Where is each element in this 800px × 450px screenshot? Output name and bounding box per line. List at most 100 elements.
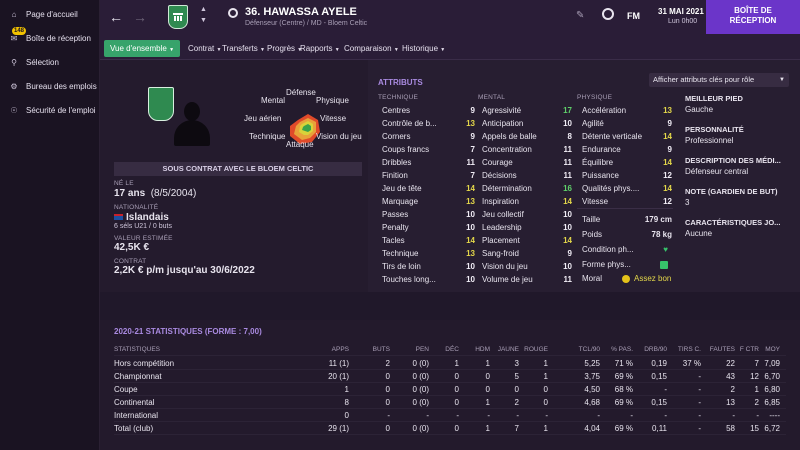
attribute-row[interactable]: Qualités phys.... 14 xyxy=(582,182,674,195)
attribute-row[interactable]: Sang-froid 9 xyxy=(482,247,574,260)
back-arrow-icon[interactable]: ← xyxy=(109,9,123,25)
attribute-row[interactable]: Corners 9 xyxy=(382,130,475,143)
stats-row[interactable]: Hors compétition 11 (1) 2 0 (0) 1 1 3 1 5,25 71 %… xyxy=(114,357,786,370)
attribute-row[interactable]: Volume de jeu 11 xyxy=(482,273,574,286)
attribute-row[interactable]: Centres 9 xyxy=(382,104,475,117)
search-icon[interactable] xyxy=(228,8,238,18)
attribute-value: 10 xyxy=(466,223,475,232)
sidebar-item-label: Bureau des emplois xyxy=(26,81,97,91)
attribute-row[interactable]: Technique 13 xyxy=(382,247,475,260)
attribute-row[interactable]: Leadership 10 xyxy=(482,221,574,234)
chevron-up-icon[interactable]: ▲ xyxy=(200,6,207,13)
attribute-row[interactable]: Vitesse 12 xyxy=(582,195,674,208)
attribute-row[interactable]: Coups francs 7 xyxy=(382,143,475,156)
attribute-row[interactable]: Placement 14 xyxy=(482,234,574,247)
club-crest[interactable] xyxy=(168,5,188,29)
stats-column-header[interactable]: PEN xyxy=(399,343,429,356)
stats-column-header[interactable]: % PAS. xyxy=(603,343,633,356)
sidebar-item-label: Page d'accueil xyxy=(26,9,78,19)
stats-column-header[interactable]: APPS xyxy=(319,343,349,356)
sidebar: ⌂ Page d'accueil ✉ 148 Boîte de réception ⚲ Sé… xyxy=(0,0,100,450)
stats-cell: 5 xyxy=(514,372,519,381)
stats-row[interactable]: Championnat 20 (1) 0 0 (0) 0 0 5 1 3,75 69 % 0,15 -… xyxy=(114,370,786,383)
stats-row[interactable]: International 0- - - - - - - - - - - - ---- xyxy=(114,409,786,422)
attribute-row[interactable]: Tacles 14 xyxy=(382,234,475,247)
role-dropdown[interactable]: Afficher attributs clés pour rôle ▼ xyxy=(649,73,789,87)
stats-column-header[interactable]: DÉC xyxy=(429,343,459,356)
attribute-row[interactable]: Dribbles 11 xyxy=(382,156,475,169)
tab-5[interactable]: Comparaison ▼ xyxy=(338,40,405,57)
attribute-row[interactable]: Passes 10 xyxy=(382,208,475,221)
attribute-row[interactable]: Endurance 9 xyxy=(582,143,674,156)
sidebar-item-0[interactable]: ⌂ Page d'accueil xyxy=(0,2,99,26)
stats-cell: 2 xyxy=(514,398,519,407)
attribute-row[interactable]: Détermination 16 xyxy=(482,182,574,195)
attribute-row[interactable]: Jeu collectif 10 xyxy=(482,208,574,221)
stats-column-header[interactable]: MOY xyxy=(750,343,780,356)
attribute-row[interactable]: Tirs de loin 10 xyxy=(382,260,475,273)
attribute-row[interactable]: Marquage 13 xyxy=(382,195,475,208)
tab-label: Contrat xyxy=(188,44,215,53)
sidebar-item-2[interactable]: ⚲ Sélection xyxy=(0,50,99,74)
sidebar-item-4[interactable]: ☉ Sécurité de l'emploi xyxy=(0,98,99,122)
attribute-row[interactable]: Anticipation 10 xyxy=(482,117,574,130)
stats-column-header[interactable]: ROUGE xyxy=(518,343,548,356)
attribute-row[interactable]: Contrôle de b... 13 xyxy=(382,117,475,130)
attribute-row[interactable]: Décisions 11 xyxy=(482,169,574,182)
stats-column-header[interactable]: JAUNE xyxy=(489,343,519,356)
attribute-row[interactable]: Agressivité 17 xyxy=(482,104,574,117)
stats-row[interactable]: Continental 8 0 0 (0) 0 1 2 0 4,68 69 % 0,15-13 2 6,… xyxy=(114,396,786,409)
attribute-row[interactable]: Vision du jeu 10 xyxy=(482,260,574,273)
stats-column-header[interactable]: DRB/90 xyxy=(637,343,667,356)
stats-column-header[interactable]: BUTS xyxy=(360,343,390,356)
attribute-row[interactable]: Jeu de tête 14 xyxy=(382,182,475,195)
attribute-name: Concentration xyxy=(482,145,532,154)
stats-cell: 6,85 xyxy=(764,398,780,407)
current-date[interactable]: 31 MAI 2021 xyxy=(658,7,704,16)
attribute-name: Jeu collectif xyxy=(482,210,524,219)
jobs-icon: ⚙ xyxy=(10,81,18,91)
attribute-row[interactable]: Accélération 13 xyxy=(582,104,674,117)
attribute-row[interactable]: Courage 11 xyxy=(482,156,574,169)
stats-cell: 0 xyxy=(385,398,390,407)
forward-arrow-icon[interactable]: → xyxy=(133,9,147,25)
inbox-button[interactable]: BOÎTE DE RÉCEPTION xyxy=(706,0,800,34)
stats-row[interactable]: Coupe 1 0 0 (0) 0 0 0 0 4,50 68 % - -2 1 6,80 xyxy=(114,383,786,396)
stats-cell: 4,04 xyxy=(584,424,600,433)
attribute-row[interactable]: Finition 7 xyxy=(382,169,475,182)
attribute-row[interactable]: Agilité 9 xyxy=(582,117,674,130)
sidebar-item-1[interactable]: ✉ 148 Boîte de réception xyxy=(0,26,99,50)
stats-row[interactable]: Total (club) 29 (1) 0 0 (0) 0 1 7 1 4,04 69 % 0,11… xyxy=(114,422,786,435)
attribute-row[interactable]: Concentration 11 xyxy=(482,143,574,156)
tab-0[interactable]: Vue d'ensemble ▼ xyxy=(104,40,181,57)
attribute-row[interactable]: Touches long... 10 xyxy=(382,273,475,286)
sidebar-item-3[interactable]: ⚙ Bureau des emplois xyxy=(0,74,99,98)
attribute-row[interactable]: Détente verticale 14 xyxy=(582,130,674,143)
stats-column-header[interactable]: TCL/90 xyxy=(570,343,600,356)
stats-cell: - xyxy=(456,411,459,420)
chevron-down-icon[interactable]: ▼ xyxy=(200,17,207,24)
attribute-name: Penalty xyxy=(382,223,409,232)
attribute-row[interactable]: Équilibre 14 xyxy=(582,156,674,169)
stats-card: 2020-21 STATISTIQUES (FORME : 7,00) STAT… xyxy=(100,320,800,450)
stats-cell: - xyxy=(516,411,519,420)
stats-cell: - xyxy=(487,411,490,420)
attribute-row[interactable]: Penalty 10 xyxy=(382,221,475,234)
attribute-row[interactable]: Appels de balle 8 xyxy=(482,130,574,143)
stats-column-header[interactable]: TIRS C. xyxy=(671,343,701,356)
globe-icon[interactable] xyxy=(602,8,614,20)
attribute-name: Équilibre xyxy=(582,158,614,167)
traits-label: CARACTÉRISTIQUES JO... xyxy=(685,218,781,227)
attribute-row[interactable]: Puissance 12 xyxy=(582,169,674,182)
attribute-value: 12 xyxy=(663,171,672,180)
stats-cell: 6,70 xyxy=(764,372,780,381)
fm-logo[interactable]: FM xyxy=(627,11,640,21)
stats-column-header[interactable]: HDM xyxy=(460,343,490,356)
attribute-row[interactable]: Inspiration 14 xyxy=(482,195,574,208)
stats-column-header[interactable]: STATISTIQUES xyxy=(114,343,160,356)
tab-6[interactable]: Historique ▼ xyxy=(396,40,451,57)
edit-icon[interactable]: ✎ xyxy=(576,10,584,21)
international-caps: 6 séls U21 / 0 buts xyxy=(114,223,172,230)
mental-header: MENTAL xyxy=(478,94,506,101)
nationality[interactable]: Islandais xyxy=(126,212,169,223)
